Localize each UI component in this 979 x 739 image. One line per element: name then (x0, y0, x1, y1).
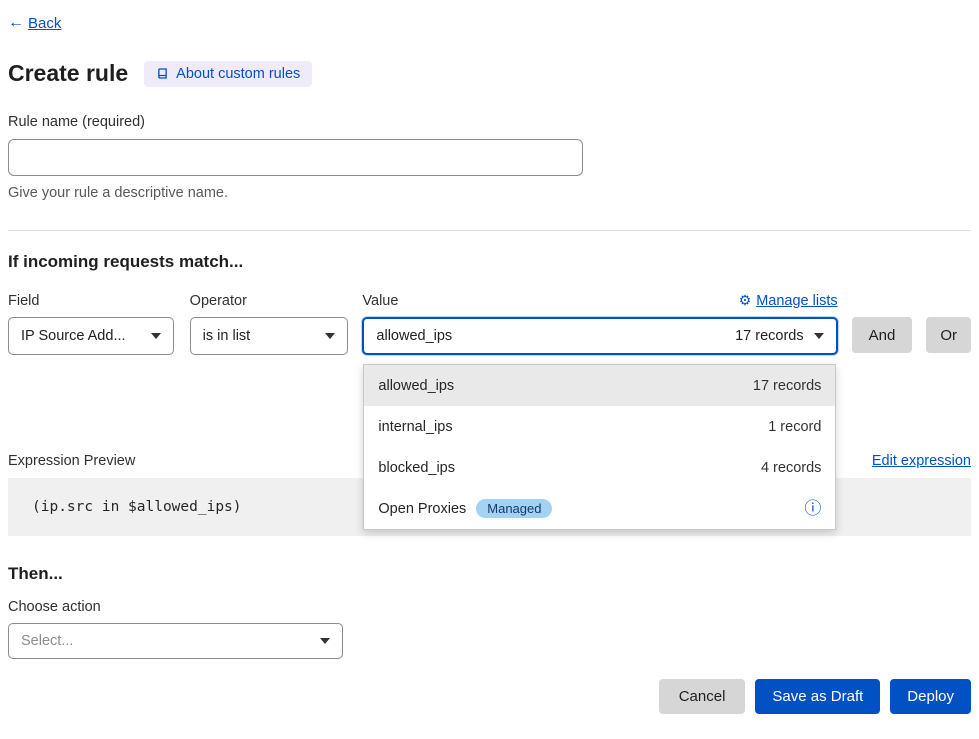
action-select-placeholder: Select... (21, 633, 73, 649)
field-select[interactable]: IP Source Add... (8, 317, 174, 355)
manage-lists-label[interactable]: Manage lists (756, 293, 837, 309)
list-name: Open Proxies (378, 501, 466, 517)
about-custom-rules-link[interactable]: About custom rules (144, 61, 312, 87)
expression-code: (ip.src in $allowed_ips) (32, 499, 242, 515)
list-name: internal_ips (378, 419, 452, 435)
operator-select-value: is in list (203, 328, 251, 344)
manage-lists-link[interactable]: ⚙ Manage lists (739, 292, 838, 309)
list-name: blocked_ips (378, 460, 455, 476)
expression-preview-label: Expression Preview (8, 453, 135, 469)
gear-icon: ⚙ (739, 292, 752, 309)
cancel-button[interactable]: Cancel (659, 679, 746, 714)
info-icon[interactable]: ⓘ (804, 500, 821, 517)
dropdown-item-blocked-ips[interactable]: blocked_ips 4 records (364, 447, 835, 488)
create-rule-page: ← Back Create rule About custom rules Ru… (0, 0, 979, 714)
and-button[interactable]: And (852, 317, 913, 353)
chevron-down-icon (320, 638, 330, 644)
match-condition-row: Field IP Source Add... Operator is in li… (8, 291, 971, 355)
or-button[interactable]: Or (926, 317, 971, 353)
field-select-value: IP Source Add... (21, 328, 126, 344)
rule-name-label: Rule name (required) (8, 114, 971, 130)
operator-select[interactable]: is in list (190, 317, 349, 355)
book-icon (156, 67, 169, 80)
list-record-count: 1 record (768, 419, 821, 435)
dropdown-item-internal-ips[interactable]: internal_ips 1 record (364, 406, 835, 447)
save-as-draft-button[interactable]: Save as Draft (755, 679, 880, 714)
value-dropdown-menu: allowed_ips 17 records internal_ips 1 re… (363, 364, 836, 530)
divider (8, 230, 971, 231)
operator-label: Operator (190, 291, 349, 310)
page-title: Create rule (8, 60, 128, 87)
then-section-heading: Then... (8, 564, 971, 584)
managed-badge: Managed (476, 499, 552, 518)
value-select-meta: 17 records (735, 328, 804, 344)
list-record-count: 17 records (753, 378, 822, 394)
deploy-button[interactable]: Deploy (890, 679, 971, 714)
back-link-label[interactable]: Back (28, 15, 61, 32)
value-select-value: allowed_ips (376, 328, 452, 344)
about-custom-rules-label: About custom rules (176, 66, 300, 82)
value-select[interactable]: allowed_ips 17 records (362, 317, 837, 355)
list-record-count: 4 records (761, 460, 821, 476)
chevron-down-icon (325, 333, 335, 339)
dropdown-item-allowed-ips[interactable]: allowed_ips 17 records (364, 365, 835, 406)
value-label: Value (362, 291, 398, 310)
action-select[interactable]: Select... (8, 623, 343, 659)
field-label: Field (8, 291, 174, 310)
back-arrow-icon: ← (8, 14, 24, 32)
rule-name-input[interactable] (8, 139, 583, 176)
edit-expression-link[interactable]: Edit expression (872, 453, 971, 469)
dropdown-item-open-proxies[interactable]: Open Proxies Managed ⓘ (364, 488, 835, 529)
chevron-down-icon (814, 333, 824, 339)
choose-action-label: Choose action (8, 599, 971, 615)
chevron-down-icon (151, 333, 161, 339)
rule-name-helper: Give your rule a descriptive name. (8, 185, 971, 201)
back-link[interactable]: ← Back (8, 14, 971, 32)
match-section-heading: If incoming requests match... (8, 252, 971, 272)
list-name: allowed_ips (378, 378, 454, 394)
footer-actions: Cancel Save as Draft Deploy (8, 679, 971, 714)
